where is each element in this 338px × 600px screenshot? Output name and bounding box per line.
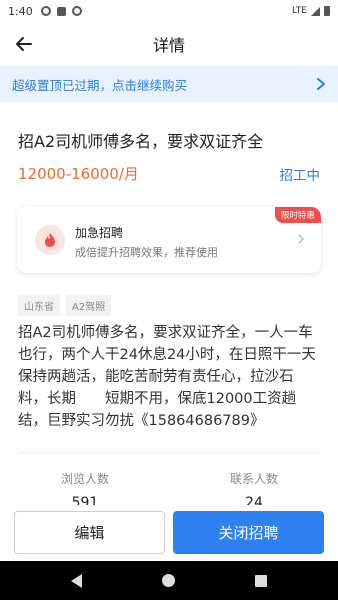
- status-time: 1:40: [8, 4, 33, 18]
- contacts-label: 联系人数: [229, 472, 278, 486]
- urgent-description: 成倍提升招聘效果，推荐使用: [75, 246, 218, 259]
- app-header: 详情: [0, 22, 338, 66]
- edit-button[interactable]: 编辑: [14, 511, 165, 554]
- settings-status-icon: [40, 6, 51, 16]
- banner-text: 超级置顶已过期，点击继续购买: [12, 77, 188, 93]
- job-salary: 12000-16000/月: [18, 165, 139, 183]
- urgent-title: 加急招聘: [75, 226, 124, 240]
- divider: [18, 452, 320, 453]
- urgent-recruit-card[interactable]: 加急招聘 成倍提升招聘效果，推荐使用 限时特惠: [17, 207, 321, 273]
- page-title: 详情: [152, 36, 185, 55]
- bottom-action-bar: 编辑 关闭招聘: [0, 505, 338, 561]
- status-bar: 1:40 LTE: [0, 0, 338, 22]
- fire-icon: [35, 225, 65, 255]
- recruit-status: 招工中: [279, 168, 321, 184]
- back-button[interactable]: [12, 32, 36, 56]
- tag-location: 山东省: [18, 295, 60, 316]
- nav-back-icon[interactable]: [71, 573, 82, 588]
- job-description: 招A2司机师傅多名，要求双证齐全，一人一车也行，两个人干24休息24小时，在日照…: [18, 325, 316, 429]
- promo-badge: 限时特惠: [274, 207, 321, 223]
- job-title: 招A2司机师傅多名，要求双证齐全: [18, 132, 264, 151]
- views-label: 浏览人数: [60, 472, 109, 486]
- sim-card-icon: [56, 6, 66, 16]
- sync-status-icon: [71, 6, 82, 16]
- chevron-right-icon: [298, 234, 304, 244]
- nav-recent-apps-icon[interactable]: [255, 574, 267, 587]
- close-recruitment-button[interactable]: 关闭招聘: [173, 511, 324, 554]
- job-tags: 山东省 A2驾照: [18, 295, 112, 316]
- signal-icon: [311, 6, 320, 16]
- nav-home-icon[interactable]: [162, 574, 175, 587]
- tag-license: A2驾照: [66, 295, 112, 316]
- renew-top-banner[interactable]: 超级置顶已过期，点击继续购买: [0, 66, 338, 102]
- back-arrow-icon: [16, 37, 32, 51]
- system-nav-bar: [0, 561, 338, 600]
- network-type: LTE: [292, 6, 307, 16]
- chevron-right-icon: [317, 78, 325, 90]
- battery-icon: [324, 6, 330, 16]
